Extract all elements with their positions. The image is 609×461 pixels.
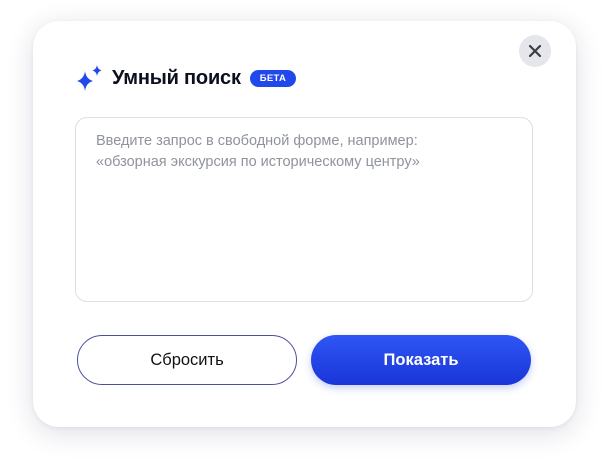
dialog-title: Умный поиск (112, 66, 241, 89)
sparkle-icon (77, 65, 102, 91)
show-button[interactable]: Показать (311, 335, 531, 385)
beta-badge: БЕТА (249, 69, 297, 87)
reset-button[interactable]: Сбросить (77, 335, 297, 385)
close-icon (528, 44, 542, 58)
close-button[interactable] (519, 35, 551, 67)
smart-search-dialog: Умный поиск БЕТА Сбросить Показать (33, 21, 576, 427)
dialog-header: Умный поиск БЕТА (74, 64, 297, 92)
search-query-input[interactable] (75, 117, 533, 302)
